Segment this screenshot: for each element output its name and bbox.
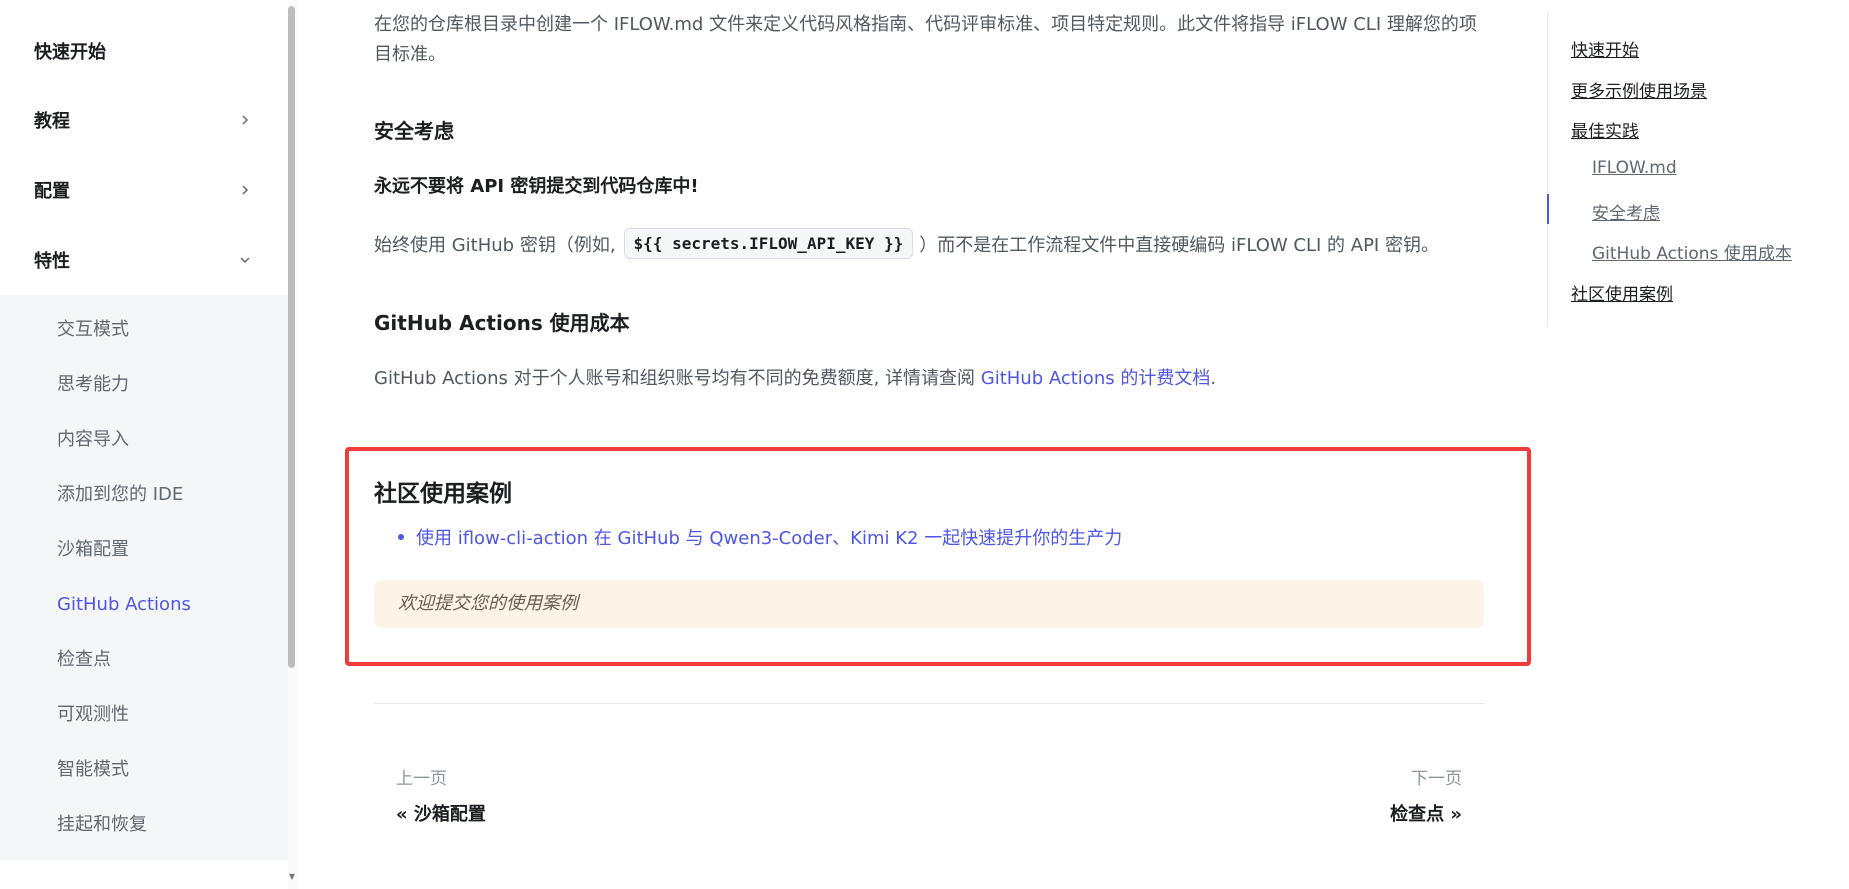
pager-divider	[374, 703, 1484, 704]
toc-item-community[interactable]: 社区使用案例	[1571, 280, 1673, 305]
chevron-down-icon[interactable]	[238, 253, 252, 267]
api-key-code: ${{ secrets.IFLOW_API_KEY }}	[623, 228, 914, 259]
cost-suffix: .	[1210, 368, 1217, 389]
sidebar: 快速开始 教程 配置 特性 交互模式 思考能力 内容导入 添加到您的 IDE 沙…	[0, 0, 298, 889]
next-page-link[interactable]: 检查点 »	[1390, 800, 1462, 826]
sidebar-item-add-to-ide[interactable]: 添加到您的 IDE	[57, 480, 183, 510]
intro-paragraph: 在您的仓库根目录中创建一个 IFLOW.md 文件来定义代码风格指南、代码评审标…	[374, 14, 1477, 65]
cost-paragraph: GitHub Actions 对于个人账号和组织账号均有不同的免费额度, 详情请…	[374, 364, 1216, 390]
security-heading: 安全考虑	[374, 119, 454, 143]
sidebar-scrollbar-thumb[interactable]	[288, 6, 295, 668]
sidebar-item-observability[interactable]: 可观测性	[57, 700, 129, 730]
toc-item-iflow-md[interactable]: IFLOW.md	[1592, 158, 1677, 178]
next-page-label: 下一页	[1411, 769, 1462, 789]
toc-item-quickstart[interactable]: 快速开始	[1571, 36, 1639, 61]
security-paragraph: 始终使用 GitHub 密钥（例如, ${{ secrets.IFLOW_API…	[374, 228, 1439, 259]
sidebar-item-checkpoint[interactable]: 检查点	[57, 645, 111, 675]
sidebar-item-sandbox[interactable]: 沙箱配置	[57, 535, 129, 565]
prev-page-label: 上一页	[396, 769, 447, 789]
sidebar-item-content-import[interactable]: 内容导入	[57, 425, 129, 455]
toc-item-best-practices[interactable]: 最佳实践	[1571, 117, 1639, 142]
chevron-right-icon[interactable]	[238, 183, 252, 197]
docs-page: 快速开始 教程 配置 特性 交互模式 思考能力 内容导入 添加到您的 IDE 沙…	[0, 0, 1849, 889]
sidebar-item-github-actions[interactable]: GitHub Actions	[57, 590, 191, 620]
sidebar-item-tutorials[interactable]: 教程	[34, 100, 252, 140]
sidebar-item-config[interactable]: 配置	[34, 170, 252, 210]
security-text-after: ）而不是在工作流程文件中直接硬编码 iFLOW CLI 的 API 密钥。	[919, 234, 1439, 256]
table-of-contents: 快速开始 更多示例使用场景 最佳实践 IFLOW.md 安全考虑 GitHub …	[1547, 12, 1827, 327]
sidebar-item-interactive-mode[interactable]: 交互模式	[57, 315, 129, 345]
scroll-down-arrow-icon[interactable]: ▼	[287, 872, 297, 882]
community-case-link[interactable]: 使用 iflow-cli-action 在 GitHub 与 Qwen3-Cod…	[416, 524, 1122, 550]
chevron-right-icon[interactable]	[238, 113, 252, 127]
sidebar-top-section: 快速开始 教程 配置 特性	[0, 0, 288, 295]
toc-active-indicator	[1547, 194, 1549, 224]
community-highlight-box	[345, 447, 1531, 666]
sidebar-item-features[interactable]: 特性	[34, 240, 252, 280]
prev-page-link[interactable]: « 沙箱配置	[396, 800, 486, 826]
sidebar-item-label: 特性	[34, 251, 70, 272]
sidebar-item-suspend-resume[interactable]: 挂起和恢复	[57, 810, 147, 840]
cost-text: GitHub Actions 对于个人账号和组织账号均有不同的免费额度, 详情请…	[374, 368, 976, 389]
sidebar-features-submenu: 交互模式 思考能力 内容导入 添加到您的 IDE 沙箱配置 GitHub Act…	[0, 295, 288, 860]
sidebar-item-quickstart[interactable]: 快速开始	[34, 31, 252, 71]
community-note: 欢迎提交您的使用案例	[374, 580, 1484, 628]
bullet-dot-icon	[398, 534, 404, 540]
billing-docs-link[interactable]: GitHub Actions 的计费文档	[981, 368, 1211, 389]
community-heading: 社区使用案例	[374, 481, 512, 507]
sidebar-item-thinking[interactable]: 思考能力	[57, 370, 129, 400]
toc-item-cost[interactable]: GitHub Actions 使用成本	[1592, 239, 1792, 264]
sidebar-item-label: 配置	[34, 181, 70, 202]
sidebar-item-label: 快速开始	[34, 42, 106, 63]
security-text-before: 始终使用 GitHub 密钥（例如,	[374, 234, 616, 256]
sidebar-item-smart-mode[interactable]: 智能模式	[57, 755, 129, 785]
toc-item-more-examples[interactable]: 更多示例使用场景	[1571, 77, 1707, 102]
community-list-item: 使用 iflow-cli-action 在 GitHub 与 Qwen3-Cod…	[398, 524, 1122, 550]
sidebar-item-label: 教程	[34, 111, 70, 132]
cost-heading: GitHub Actions 使用成本	[374, 311, 630, 335]
security-warning: 永远不要将 API 密钥提交到代码仓库中!	[374, 176, 699, 197]
toc-item-security[interactable]: 安全考虑	[1592, 199, 1660, 224]
